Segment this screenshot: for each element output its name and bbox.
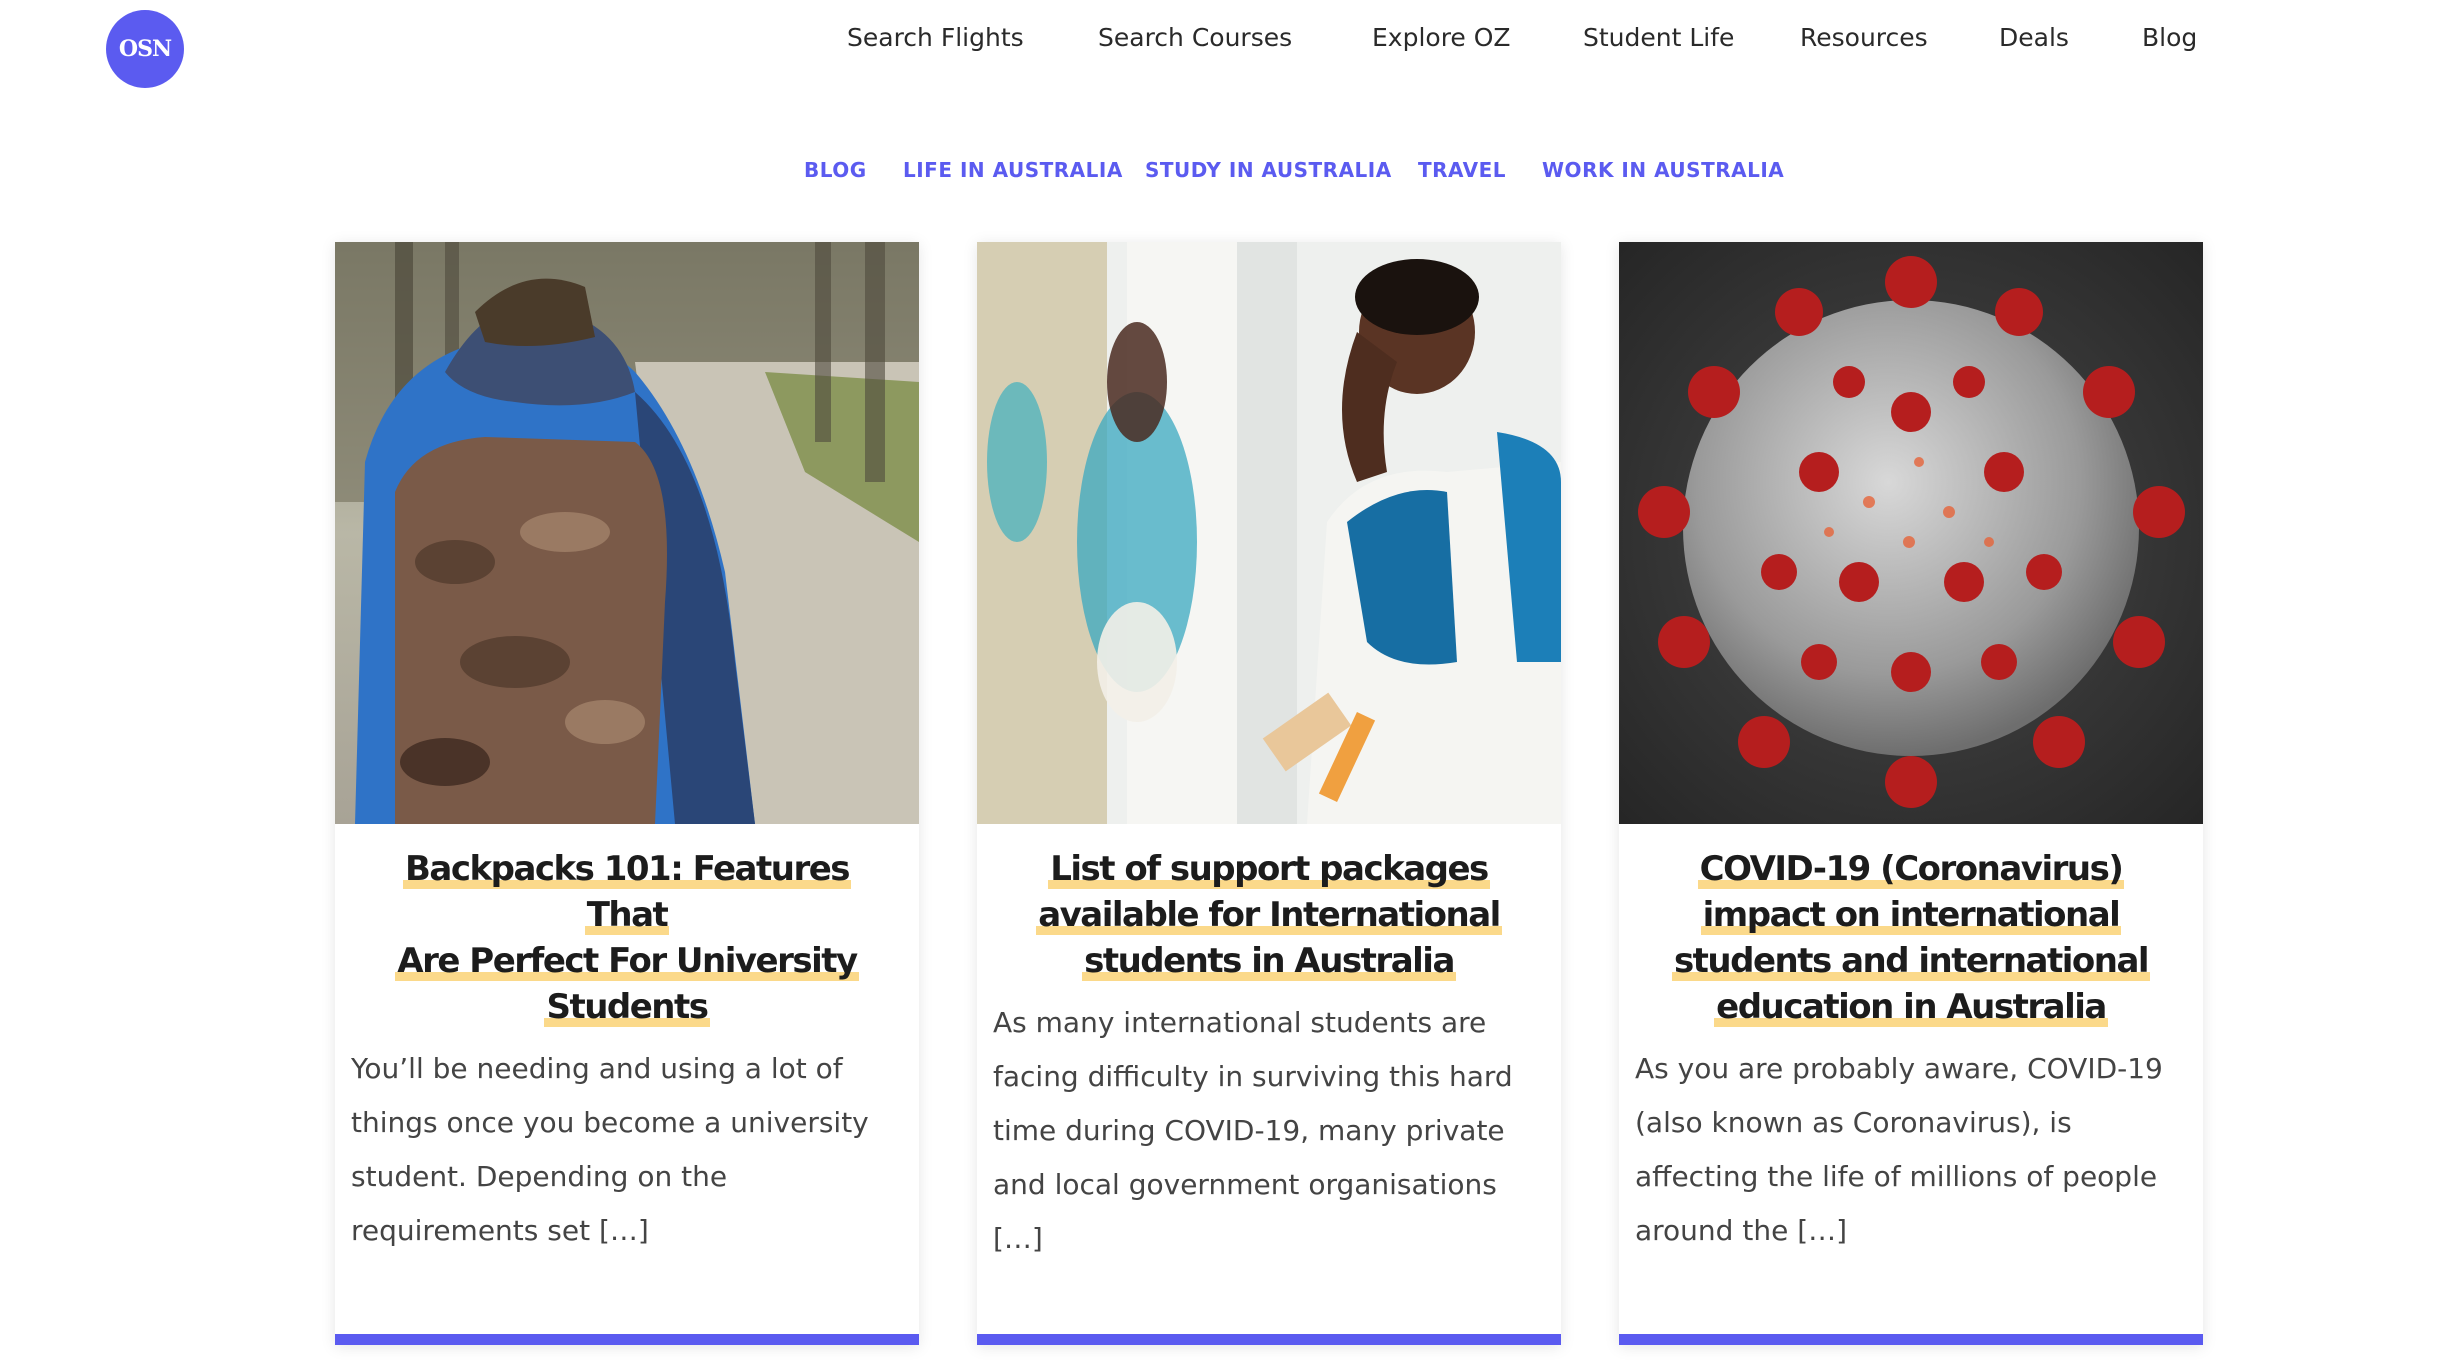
post-excerpt: As many international students are facin… — [993, 1006, 1513, 1255]
nav-student-life[interactable]: Student Life — [1583, 18, 1734, 58]
category-work-in-australia[interactable]: WORK IN AUSTRALIA — [1542, 152, 1784, 188]
category-travel[interactable]: TRAVEL — [1418, 152, 1506, 188]
category-life-in-australia[interactable]: LIFE IN AUSTRALIA — [903, 152, 1123, 188]
post-title-line: Backpacks 101: Features That — [402, 849, 852, 935]
post-title[interactable]: List of support packages available for In… — [977, 846, 1561, 984]
post-excerpt: As you are probably aware, COVID-19 (als… — [1635, 1052, 2163, 1247]
nav-search-flights[interactable]: Search Flights — [847, 18, 1024, 58]
post-title-line: Students — [544, 987, 710, 1027]
nav-blog[interactable]: Blog — [2142, 18, 2197, 58]
category-study-in-australia[interactable]: STUDY IN AUSTRALIA — [1145, 152, 1392, 188]
nav-deals[interactable]: Deals — [1999, 18, 2069, 58]
logo-text: OSN — [118, 36, 172, 62]
post-card[interactable]: COVID-19 (Coronavirus) impact on internat… — [1619, 242, 2203, 1345]
nav-resources[interactable]: Resources — [1800, 18, 1928, 58]
nav-explore-oz[interactable]: Explore OZ — [1372, 18, 1511, 58]
post-title-line: List of support packages — [1048, 849, 1490, 889]
category-blog[interactable]: BLOG — [804, 152, 867, 188]
category-nav: BLOG LIFE IN AUSTRALIA STUDY IN AUSTRALI… — [0, 152, 2438, 188]
post-card[interactable]: List of support packages available for In… — [977, 242, 1561, 1345]
post-title-line: Are Perfect For University — [395, 941, 859, 981]
coronavirus-photo[interactable] — [1619, 242, 2203, 824]
post-card[interactable]: Backpacks 101: Features That Are Perfect … — [335, 242, 919, 1345]
card-accent-bar — [1619, 1334, 2203, 1345]
post-title[interactable]: Backpacks 101: Features That Are Perfect … — [335, 846, 919, 1030]
student-backpack-photo[interactable] — [335, 242, 919, 824]
main-nav: Search Flights Search Courses Explore OZ… — [820, 18, 2438, 58]
post-title-line: students in Australia — [1082, 941, 1456, 981]
stressed-student-photo[interactable] — [977, 242, 1561, 824]
post-title-line: students and international — [1671, 941, 2151, 981]
post-title-line: COVID-19 (Coronavirus) — [1697, 849, 2125, 889]
post-excerpt: You’ll be needing and using a lot of thi… — [351, 1052, 869, 1247]
card-accent-bar — [977, 1334, 1561, 1345]
post-title-line: impact on international — [1700, 895, 2122, 935]
site-logo[interactable]: OSN — [106, 10, 184, 88]
post-title-line: available for International — [1036, 895, 1502, 935]
page: OSN Search Flights Search Courses Explor… — [0, 0, 2438, 1370]
post-title[interactable]: COVID-19 (Coronavirus) impact on internat… — [1619, 846, 2203, 1030]
nav-search-courses[interactable]: Search Courses — [1098, 18, 1292, 58]
card-accent-bar — [335, 1334, 919, 1345]
post-title-line: education in Australia — [1714, 987, 2108, 1027]
